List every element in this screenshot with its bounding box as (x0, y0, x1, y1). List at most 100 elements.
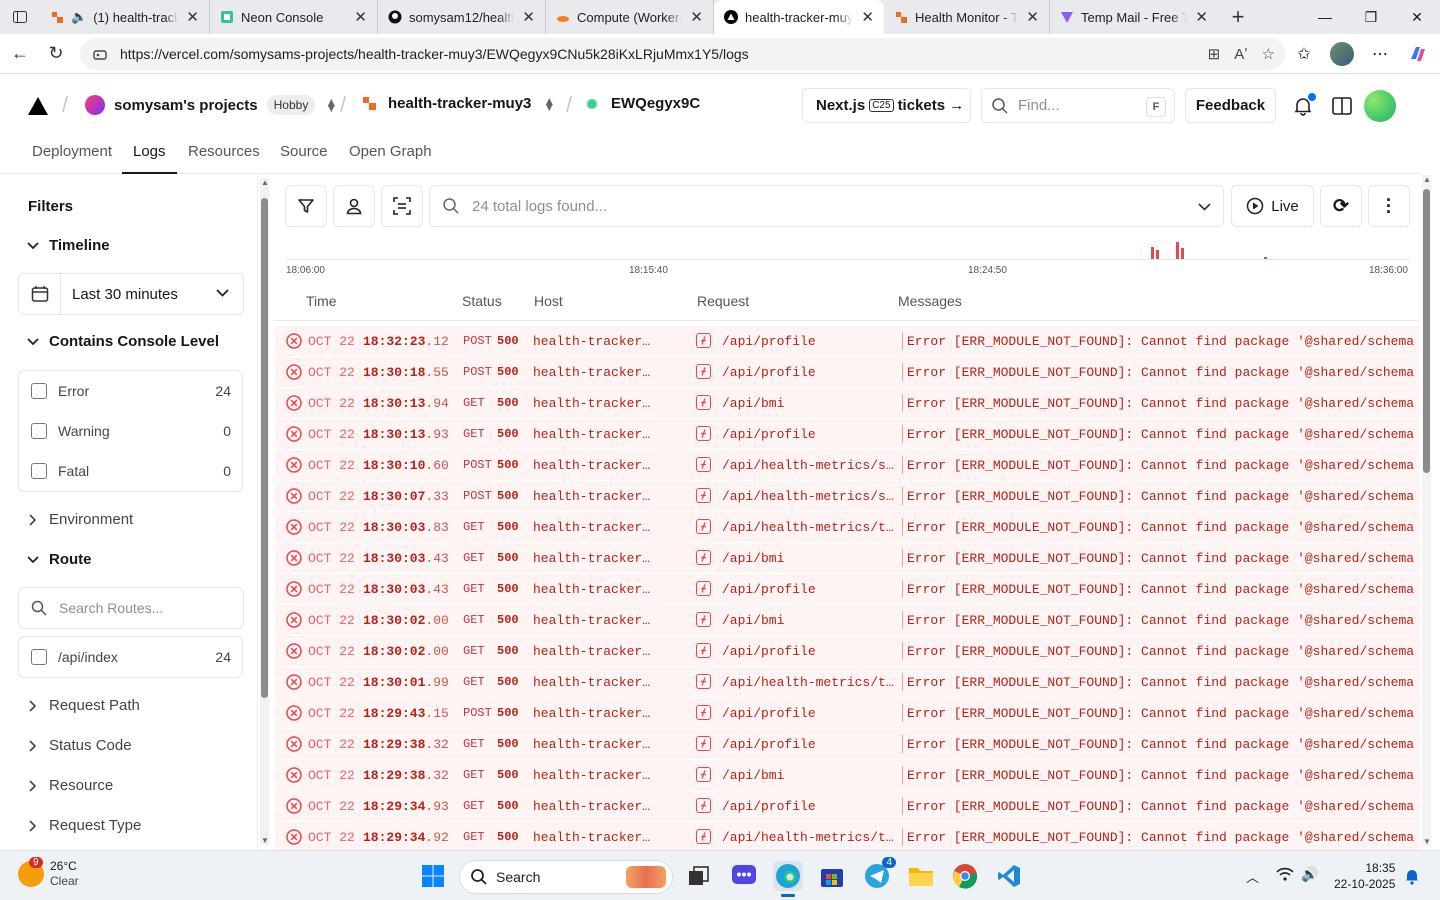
user-filter-button[interactable] (333, 185, 375, 227)
new-tab-icon[interactable]: + (1218, 4, 1258, 30)
vercel-logo-icon[interactable] (28, 97, 48, 118)
log-row[interactable]: OCT 22 18:30:02.00 GET 500 health-tracker… /a… (275, 636, 1420, 667)
team-switcher[interactable]: somysam's projects Hobby ▲ ▼ (85, 95, 337, 115)
log-row[interactable]: OCT 22 18:30:13.94 GET 500 health-tracker… /a… (275, 388, 1420, 419)
chat-app-icon[interactable] (729, 861, 759, 891)
docs-book-icon[interactable] (1326, 90, 1358, 122)
refresh-logs-button[interactable]: ⟳ (1320, 185, 1362, 227)
close-tab-icon[interactable]: ✕ (186, 8, 199, 26)
request-type-section-toggle[interactable]: Request Type (24, 817, 141, 834)
task-view-icon[interactable] (684, 861, 714, 891)
close-tab-icon[interactable]: ✕ (1195, 8, 1208, 26)
browser-tab[interactable]: Neon Console ✕ (210, 0, 378, 34)
edge-browser-icon[interactable] (773, 861, 803, 897)
log-row[interactable]: OCT 22 18:29:34.92 GET 500 health-tracker… /a… (275, 822, 1420, 850)
tab-resources[interactable]: Resources (177, 143, 271, 174)
profile-avatar[interactable] (1328, 40, 1356, 68)
browser-tab[interactable]: 🔈 (1) health-track ✕ (40, 0, 210, 34)
console-level-section-toggle[interactable]: Contains Console Level (24, 333, 219, 350)
chevron-up-icon[interactable]: ︿ (1246, 867, 1259, 886)
read-aloud-icon[interactable]: Aʼ (1234, 46, 1247, 63)
tab-deployment[interactable]: Deployment (21, 143, 123, 174)
wifi-icon[interactable] (1276, 866, 1294, 886)
close-tab-icon[interactable]: ✕ (690, 8, 703, 26)
browser-tab[interactable]: Compute (Workers) ✕ (546, 0, 714, 34)
sidebar-scroll-thumb[interactable] (261, 198, 268, 698)
favorite-star-icon[interactable]: ☆ (1262, 45, 1275, 63)
windows-start-icon[interactable] (418, 861, 448, 891)
speaker-icon[interactable]: 🔈 (71, 9, 87, 25)
restore-icon[interactable]: ❐ (1348, 0, 1394, 34)
minimize-icon[interactable]: — (1302, 0, 1348, 34)
timeline-select[interactable]: Last 30 minutes (18, 273, 244, 315)
tab-open-graph[interactable]: Open Graph (338, 143, 443, 174)
file-explorer-icon[interactable] (906, 861, 936, 891)
app-available-icon[interactable]: ⊞ (1208, 45, 1221, 63)
scan-view-button[interactable] (381, 185, 423, 227)
browser-tab[interactable]: Temp Mail - Free Te ✕ (1050, 0, 1218, 34)
browser-tab-active[interactable]: health-tracker-muy3 ✕ (714, 0, 884, 34)
chevron-updown-icon[interactable]: ▲ ▼ (543, 95, 555, 113)
log-row[interactable]: OCT 22 18:29:43.15 POST 500 health-tracker… /… (275, 698, 1420, 729)
log-row[interactable]: OCT 22 18:29:34.93 GET 500 health-tracker… /a… (275, 791, 1420, 822)
chevron-updown-icon[interactable]: ▲ ▼ (325, 96, 337, 114)
notifications-bell-icon[interactable] (1287, 90, 1319, 122)
system-clock[interactable]: 18:35 22-10-2025 (1334, 860, 1395, 892)
close-tab-icon[interactable]: ✕ (354, 8, 367, 26)
log-timeline-histogram[interactable]: 18:06:00 18:15:40 18:24:50 18:36:00 (286, 239, 1410, 279)
log-row[interactable]: OCT 22 18:30:13.93 GET 500 health-tracker… /a… (275, 419, 1420, 450)
log-row[interactable]: OCT 22 18:30:07.33 POST 500 health-tracker… /… (275, 481, 1420, 512)
tab-source[interactable]: Source (269, 143, 339, 174)
browser-tab[interactable]: somysam12/health- ✕ (378, 0, 546, 34)
scroll-up-icon[interactable]: ▲ (261, 178, 269, 187)
logs-scroll-thumb[interactable] (1423, 189, 1430, 473)
scroll-down-icon[interactable]: ▼ (1423, 837, 1431, 846)
level-warning-option[interactable]: Warning 0 (31, 423, 231, 439)
chrome-icon[interactable] (950, 861, 980, 891)
copilot-icon[interactable] (1404, 40, 1432, 68)
live-button[interactable]: Live (1231, 185, 1314, 227)
favorites-icon[interactable]: ✩ (1290, 40, 1318, 68)
route-search-input[interactable]: Search Routes... (18, 587, 244, 629)
log-row[interactable]: OCT 22 18:29:38.32 GET 500 health-tracker… /a… (275, 760, 1420, 791)
scroll-up-icon[interactable]: ▲ (1423, 175, 1431, 184)
filter-toggle-button[interactable] (285, 185, 327, 227)
browser-tab[interactable]: Health Monitor - Tra ✕ (884, 0, 1050, 34)
timeline-section-toggle[interactable]: Timeline (24, 237, 110, 254)
tab-logs[interactable]: Logs (122, 143, 177, 174)
logs-scrollbar[interactable]: ▲ ▼ (1422, 175, 1431, 846)
checkbox[interactable] (31, 383, 47, 399)
route-section-toggle[interactable]: Route (24, 551, 92, 568)
log-row[interactable]: OCT 22 18:30:03.43 GET 500 health-tracker… /a… (275, 543, 1420, 574)
log-row[interactable]: OCT 22 18:32:23.12 POST 500 health-tracker… /… (275, 326, 1420, 357)
log-row[interactable]: OCT 22 18:30:02.00 GET 500 health-tracker… /a… (275, 605, 1420, 636)
status-code-section-toggle[interactable]: Status Code (24, 737, 132, 754)
close-window-icon[interactable]: ✕ (1394, 0, 1440, 34)
feedback-button[interactable]: Feedback (1185, 88, 1276, 123)
log-row[interactable]: OCT 22 18:30:10.60 POST 500 health-tracker… /… (275, 450, 1420, 481)
tab-actions-icon[interactable] (0, 0, 40, 34)
deployment-crumb[interactable]: EWQegyx9C (587, 95, 700, 112)
level-fatal-option[interactable]: Fatal 0 (31, 463, 231, 479)
log-row[interactable]: OCT 22 18:30:03.43 GET 500 health-tracker… /a… (275, 574, 1420, 605)
telegram-icon[interactable]: 4 (862, 857, 896, 891)
log-row[interactable]: OCT 22 18:30:18.55 POST 500 health-tracker… /… (275, 357, 1420, 388)
checkbox[interactable] (31, 463, 47, 479)
route-option[interactable]: /api/index 24 (31, 649, 231, 665)
nextjs-conf-button[interactable]: Next.js C25 tickets → (802, 88, 971, 123)
request-path-section-toggle[interactable]: Request Path (24, 697, 140, 714)
find-input[interactable]: Find... F (981, 88, 1175, 123)
more-options-button[interactable]: · · · (1368, 185, 1410, 227)
close-tab-icon[interactable]: ✕ (1026, 8, 1039, 26)
log-row[interactable]: OCT 22 18:30:03.83 GET 500 health-tracker… /a… (275, 512, 1420, 543)
site-info-icon[interactable] (92, 46, 108, 62)
log-search-input[interactable]: 24 total logs found... (429, 185, 1224, 227)
taskbar-search-box[interactable]: Search (459, 860, 673, 894)
vscode-icon[interactable] (994, 861, 1024, 891)
close-tab-icon[interactable]: ✕ (522, 8, 535, 26)
close-tab-icon[interactable]: ✕ (861, 8, 874, 26)
chevron-down-icon[interactable] (1198, 203, 1211, 211)
resource-section-toggle[interactable]: Resource (24, 777, 113, 794)
checkbox[interactable] (31, 649, 47, 665)
level-error-option[interactable]: Error 24 (31, 383, 231, 399)
